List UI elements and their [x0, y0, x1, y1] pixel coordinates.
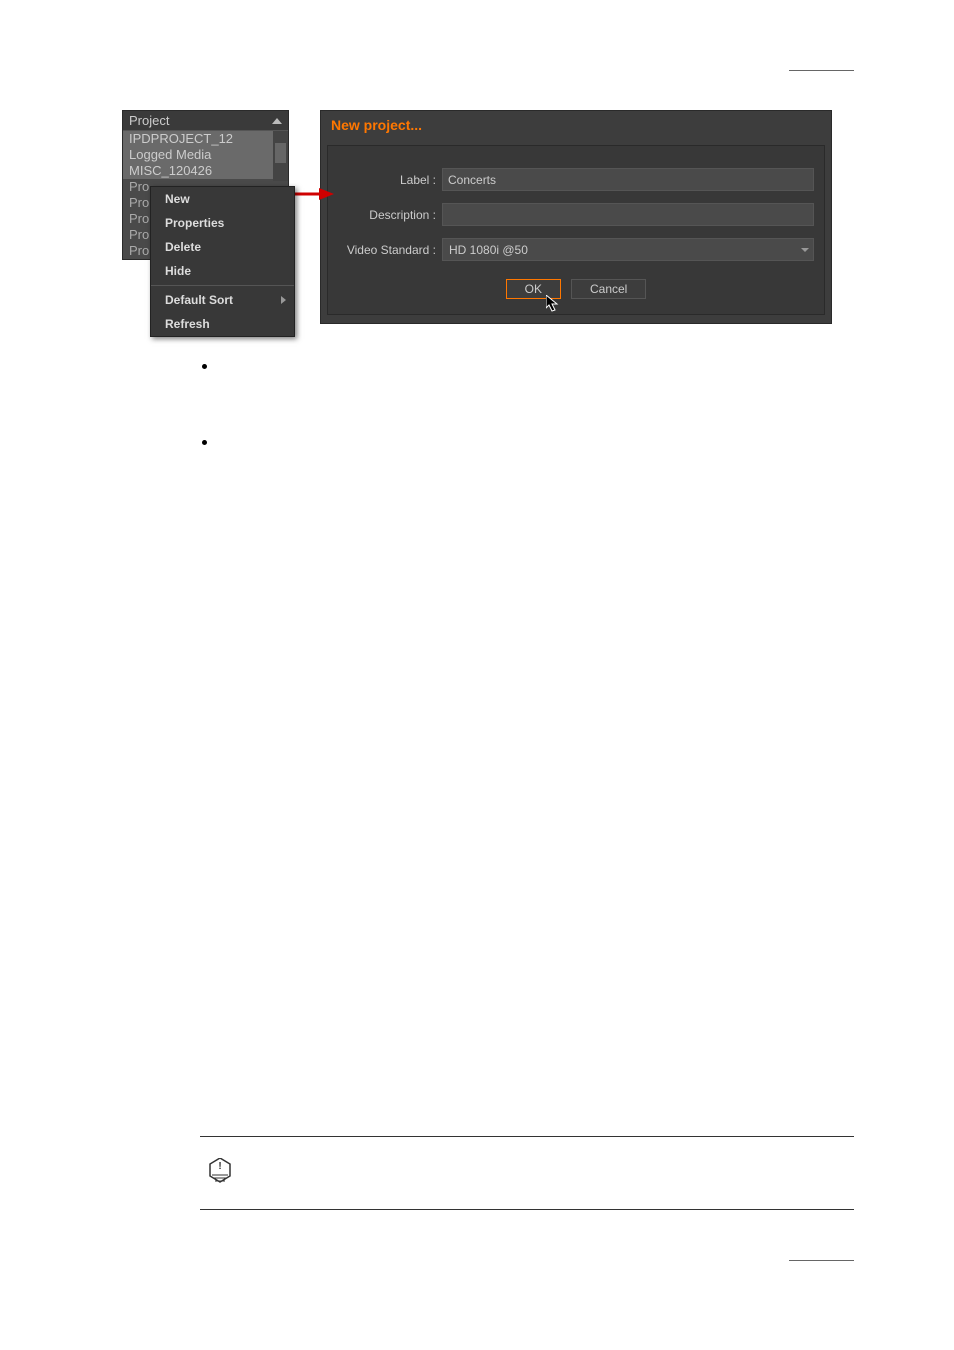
scrollbar[interactable] — [273, 131, 288, 181]
bullet-icon — [202, 364, 207, 369]
project-list-visible-area: IPDPROJECT_12 Logged Media MISC_120426 — [123, 131, 288, 179]
video-standard-select[interactable]: HD 1080i @50 — [442, 238, 814, 261]
video-standard-field-label: Video Standard : — [338, 243, 442, 257]
label-row: Label : — [338, 168, 814, 191]
context-menu-refresh[interactable]: Refresh — [151, 312, 294, 336]
bullet-icon — [202, 440, 207, 445]
footer-underline — [789, 1260, 854, 1261]
context-menu-properties[interactable]: Properties — [151, 211, 294, 235]
context-menu-delete[interactable]: Delete — [151, 235, 294, 259]
new-project-dialog: New project... Label : Description : Vid… — [320, 110, 832, 324]
context-menu-default-sort-label: Default Sort — [165, 293, 233, 307]
note-icon: ! — [208, 1158, 232, 1186]
chevron-right-icon — [281, 296, 286, 304]
project-header-label: Project — [129, 113, 169, 128]
scrollbar-thumb[interactable] — [275, 143, 286, 163]
divider — [200, 1136, 854, 1137]
context-menu-new[interactable]: New — [151, 187, 294, 211]
svg-text:!: ! — [218, 1161, 221, 1172]
chevron-down-icon — [801, 248, 809, 252]
video-standard-value: HD 1080i @50 — [443, 243, 534, 257]
project-panel-header[interactable]: Project — [123, 111, 288, 131]
header-underline — [789, 70, 854, 71]
label-field-label: Label : — [338, 173, 442, 187]
cursor-icon — [546, 295, 562, 313]
list-item[interactable]: IPDPROJECT_12 — [123, 131, 288, 147]
dialog-body: Label : Description : Video Standard : H… — [327, 145, 825, 315]
video-standard-row: Video Standard : HD 1080i @50 — [338, 238, 814, 261]
sort-ascending-icon[interactable] — [272, 118, 282, 124]
context-menu: New Properties Delete Hide Default Sort … — [150, 186, 295, 337]
context-menu-hide[interactable]: Hide — [151, 259, 294, 283]
divider — [200, 1209, 854, 1210]
description-input[interactable] — [442, 203, 814, 226]
cancel-button[interactable]: Cancel — [571, 279, 646, 299]
description-field-label: Description : — [338, 208, 442, 222]
list-item[interactable]: MISC_120426 — [123, 163, 288, 179]
dialog-title: New project... — [321, 111, 831, 139]
description-row: Description : — [338, 203, 814, 226]
menu-separator — [151, 285, 294, 286]
list-item[interactable]: Logged Media — [123, 147, 288, 163]
label-input[interactable] — [442, 168, 814, 191]
context-menu-default-sort[interactable]: Default Sort — [151, 288, 294, 312]
dialog-buttons: OK Cancel — [338, 279, 814, 299]
